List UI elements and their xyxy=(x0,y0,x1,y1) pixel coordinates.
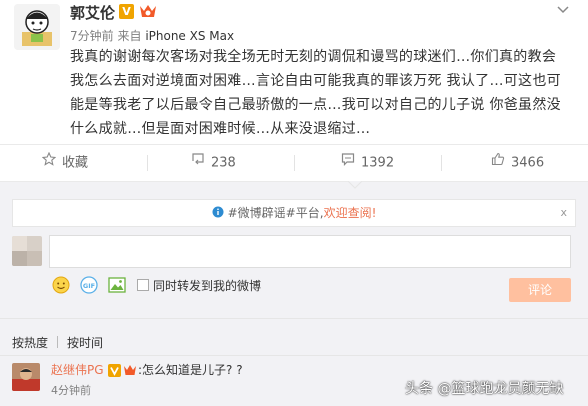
repost-button[interactable]: 238 xyxy=(191,145,236,181)
action-bar: 收藏 238 1392 3466 xyxy=(0,144,588,182)
author-name[interactable]: 郭艾伦 xyxy=(70,2,115,23)
verified-badge-icon: V xyxy=(119,4,134,19)
comment-time: 4分钟前 xyxy=(51,384,91,397)
watermark: 头条 @篮球跑龙员颜无缺 xyxy=(405,381,564,397)
repost-checkbox[interactable] xyxy=(137,279,149,291)
divider xyxy=(0,355,588,356)
comment-input[interactable] xyxy=(49,235,571,268)
star-icon xyxy=(41,145,57,181)
svg-text:GIF: GIF xyxy=(83,282,95,290)
divider xyxy=(147,155,148,171)
submit-comment-button[interactable]: 评论 xyxy=(509,278,571,302)
like-button[interactable]: 3466 xyxy=(491,145,544,181)
comment-icon xyxy=(341,145,355,181)
sort-by-hot[interactable]: 按热度 xyxy=(12,334,48,351)
sort-by-time[interactable]: 按时间 xyxy=(67,334,103,351)
commenter-name[interactable]: 赵继伟PG xyxy=(51,361,104,378)
info-icon xyxy=(212,201,224,227)
repost-checkbox-label[interactable]: 同时转发到我的微博 xyxy=(153,277,261,294)
thumb-up-icon xyxy=(491,145,505,181)
repost-icon xyxy=(191,145,205,181)
like-count: 3466 xyxy=(511,155,545,171)
favorite-button[interactable]: 收藏 xyxy=(41,145,89,181)
close-icon[interactable]: x xyxy=(560,200,567,226)
post-meta: 7分钟前 来自 iPhone XS Max xyxy=(70,27,234,44)
divider xyxy=(441,155,442,171)
post-source-prefix: 来自 xyxy=(117,29,142,43)
chevron-down-icon[interactable] xyxy=(555,5,571,17)
notice-link[interactable]: 欢迎查阅! xyxy=(324,206,377,220)
divider xyxy=(57,336,58,348)
vip-badge-icon xyxy=(123,362,137,375)
image-icon[interactable] xyxy=(108,276,126,294)
rumor-notice: #微博辟谣#平台,欢迎查阅! x xyxy=(12,199,576,227)
divider xyxy=(294,155,295,171)
comment-text: :怎么知道是儿子? ? xyxy=(138,363,243,377)
post-time[interactable]: 7分钟前 xyxy=(70,29,114,43)
verified-badge-icon xyxy=(108,362,121,377)
gif-icon[interactable]: GIF xyxy=(80,276,98,294)
divider xyxy=(0,318,588,319)
notice-text: #微博辟谣#平台, xyxy=(227,206,324,220)
favorite-label: 收藏 xyxy=(62,155,89,171)
emoji-icon[interactable] xyxy=(52,276,70,294)
comment-count: 1392 xyxy=(361,155,395,171)
commenter-avatar[interactable] xyxy=(12,363,40,391)
repost-count: 238 xyxy=(211,155,236,171)
my-avatar xyxy=(12,236,42,266)
post-source[interactable]: iPhone XS Max xyxy=(145,29,234,43)
vip-badge-icon xyxy=(138,3,158,20)
active-tab-caret xyxy=(348,181,362,189)
author-avatar[interactable] xyxy=(14,4,60,50)
comment-button[interactable]: 1392 xyxy=(341,145,394,181)
post-text: 我真的谢谢每次客场对我全场无时无刻的调侃和谩骂的球迷们…你们真的教会我怎么去面对… xyxy=(70,49,561,137)
